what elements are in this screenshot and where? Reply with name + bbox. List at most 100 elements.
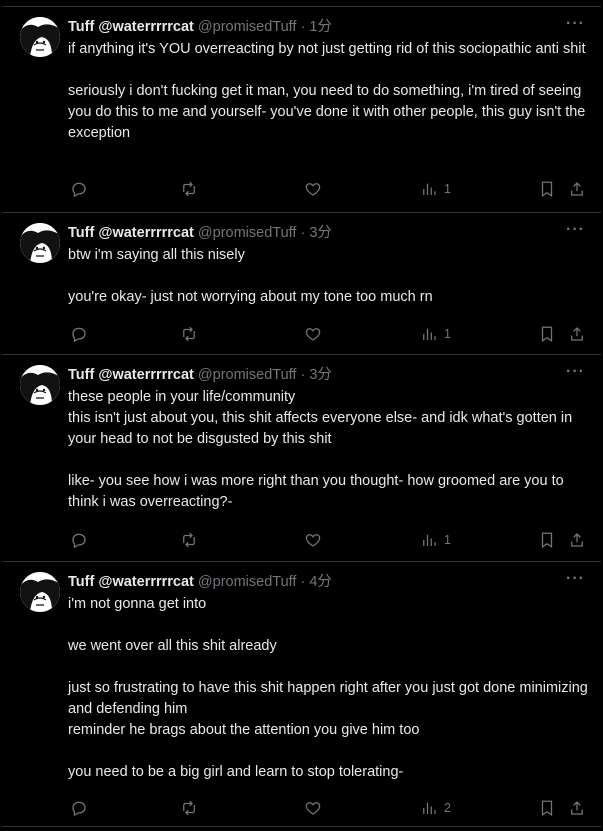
tweet-text: these people in your life/community this … xyxy=(68,387,588,513)
retweet-button[interactable] xyxy=(180,530,198,550)
tweet-paragraph: if anything it's YOU overreacting by not… xyxy=(68,41,586,57)
tweet-paragraph: seriously i don't fucking get it man, yo… xyxy=(68,83,590,141)
timestamp[interactable]: · 1分 xyxy=(300,19,331,35)
retweet-icon xyxy=(183,326,195,342)
like-icon xyxy=(305,328,321,341)
bookmark-icon xyxy=(541,181,553,197)
views-button[interactable]: 1 xyxy=(420,530,451,550)
retweet-button[interactable] xyxy=(180,179,198,199)
tweet[interactable]: Tuff @waterrrrrcat @promisedTuff · 4分 ··… xyxy=(2,561,601,827)
retweet-icon xyxy=(183,800,195,816)
like-button[interactable] xyxy=(304,798,322,818)
reply-icon xyxy=(72,327,86,343)
share-icon xyxy=(571,182,583,196)
reply-button[interactable] xyxy=(70,530,88,550)
retweet-icon xyxy=(183,532,195,548)
tweet[interactable]: Tuff @waterrrrrcat @promisedTuff · 1分 ··… xyxy=(2,6,601,212)
share-icon xyxy=(571,801,583,815)
reply-icon xyxy=(72,533,86,549)
action-bar: 1 xyxy=(68,179,588,199)
retweet-icon xyxy=(183,181,195,197)
bookmark-icon xyxy=(541,326,553,342)
views-icon xyxy=(423,328,436,340)
tweet-text: i'm not gonna get into we went over all t… xyxy=(68,594,588,783)
avatar[interactable] xyxy=(20,572,60,612)
share-button[interactable] xyxy=(568,324,586,344)
tweet-paragraph: you're okay- just not worrying about my … xyxy=(68,289,433,305)
reply-button[interactable] xyxy=(70,324,88,344)
views-icon xyxy=(423,802,436,814)
avatar[interactable] xyxy=(20,365,60,405)
share-button[interactable] xyxy=(568,530,586,550)
tweet-paragraph: i'm not gonna get into xyxy=(68,596,207,612)
tweet[interactable]: Tuff @waterrrrrcat @promisedTuff · 3分 ··… xyxy=(2,354,601,561)
handle[interactable]: @promisedTuff xyxy=(198,19,297,35)
views-count: 1 xyxy=(444,533,451,547)
handle[interactable]: @promisedTuff xyxy=(198,225,297,241)
display-name[interactable]: Tuff @waterrrrrcat xyxy=(68,574,194,590)
views-button[interactable]: 1 xyxy=(420,179,451,199)
action-bar: 1 xyxy=(68,530,588,550)
reply-icon xyxy=(72,801,86,817)
more-icon[interactable]: ··· xyxy=(566,570,585,588)
more-icon[interactable]: ··· xyxy=(566,221,585,239)
display-name[interactable]: Tuff @waterrrrrcat xyxy=(68,367,194,383)
views-count: 1 xyxy=(444,327,451,341)
share-icon xyxy=(571,327,583,341)
views-button[interactable]: 2 xyxy=(420,798,451,818)
tweet-paragraph: just so frustrating to have this shit ha… xyxy=(68,680,592,717)
display-name[interactable]: Tuff @waterrrrrcat xyxy=(68,19,194,35)
tweet[interactable]: Tuff @waterrrrrcat @promisedTuff · 3分 ··… xyxy=(2,212,601,354)
handle[interactable]: @promisedTuff xyxy=(198,574,297,590)
more-icon[interactable]: ··· xyxy=(566,15,585,33)
like-icon xyxy=(305,534,321,547)
share-icon xyxy=(571,533,583,547)
retweet-button[interactable] xyxy=(180,798,198,818)
tweet-header: Tuff @waterrrrrcat @promisedTuff · 3分 xyxy=(68,365,332,385)
tweet-text: if anything it's YOU overreacting by not… xyxy=(68,39,588,144)
avatar[interactable] xyxy=(20,17,60,57)
timestamp[interactable]: · 4分 xyxy=(300,574,331,590)
tweet-paragraph: these people in your life/community xyxy=(68,389,296,405)
action-bar: 1 xyxy=(68,324,588,344)
share-button[interactable] xyxy=(568,179,586,199)
reply-icon xyxy=(72,182,86,198)
tweet-paragraph: we went over all this shit already xyxy=(68,638,277,654)
share-button[interactable] xyxy=(568,798,586,818)
like-button[interactable] xyxy=(304,179,322,199)
views-icon xyxy=(423,534,436,546)
bookmark-button[interactable] xyxy=(538,530,556,550)
reply-button[interactable] xyxy=(70,798,88,818)
views-count: 2 xyxy=(444,801,451,815)
reply-button[interactable] xyxy=(70,179,88,199)
bookmark-button[interactable] xyxy=(538,324,556,344)
tweet-paragraph: like- you see how i was more right than … xyxy=(68,473,568,510)
views-button[interactable]: 1 xyxy=(420,324,451,344)
tweet-paragraph: btw i'm saying all this nisely xyxy=(68,247,245,263)
timestamp[interactable]: · 3分 xyxy=(300,225,331,241)
tweet-text: btw i'm saying all this nisely you're oka… xyxy=(68,245,588,308)
tweet-paragraph: reminder he brags about the attention yo… xyxy=(68,722,420,738)
display-name[interactable]: Tuff @waterrrrrcat xyxy=(68,225,194,241)
timestamp[interactable]: · 3分 xyxy=(300,367,331,383)
like-button[interactable] xyxy=(304,324,322,344)
bookmark-icon xyxy=(541,532,553,548)
bookmark-button[interactable] xyxy=(538,798,556,818)
retweet-button[interactable] xyxy=(180,324,198,344)
avatar[interactable] xyxy=(20,223,60,263)
handle[interactable]: @promisedTuff xyxy=(198,367,297,383)
tweet-paragraph: this isn't just about you, this shit aff… xyxy=(68,410,577,447)
tweet-header: Tuff @waterrrrrcat @promisedTuff · 4分 xyxy=(68,572,332,592)
tweet-header: Tuff @waterrrrrcat @promisedTuff · 3分 xyxy=(68,223,332,243)
bookmark-icon xyxy=(541,800,553,816)
views-icon xyxy=(423,183,436,195)
more-icon[interactable]: ··· xyxy=(566,363,585,381)
like-icon xyxy=(305,802,321,815)
bookmark-button[interactable] xyxy=(538,179,556,199)
tweet-paragraph: you need to be a big girl and learn to s… xyxy=(68,764,404,780)
like-button[interactable] xyxy=(304,530,322,550)
